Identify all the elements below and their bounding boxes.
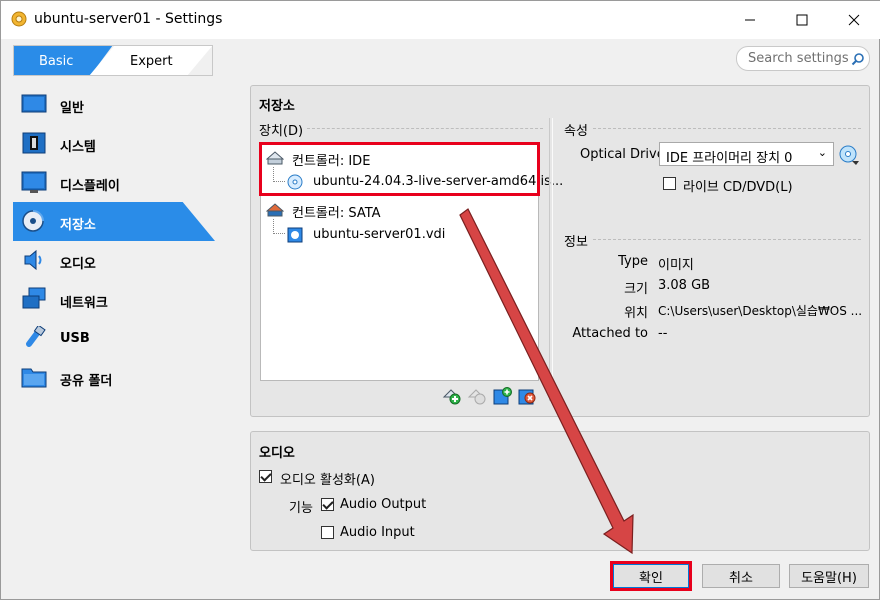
sidebar-item-label: 일반: [60, 101, 84, 116]
tree-item-controller-sata[interactable]: 컨트롤러: SATA: [261, 199, 538, 221]
shared-folder-icon: [21, 368, 47, 388]
window-title: ubuntu-server01 - Settings: [34, 11, 223, 27]
close-button[interactable]: [831, 1, 877, 39]
audio-input-label: Audio Input: [340, 525, 415, 540]
info-size-key: 크기: [624, 282, 648, 297]
sidebar-item-storage[interactable]: 저장소: [13, 202, 215, 241]
sidebar-item-system[interactable]: 시스템: [13, 124, 215, 163]
optical-drive-select[interactable]: IDE 프라이머리 장치 0 ⌄: [659, 142, 834, 166]
general-icon: [21, 94, 47, 113]
audio-output-label: Audio Output: [340, 497, 427, 512]
title-bar: ubuntu-server01 - Settings: [1, 1, 880, 39]
gear-icon: [11, 11, 27, 27]
sidebar-item-label: 오디오: [60, 257, 96, 272]
tree-item-label: ubuntu-server01.vdi: [313, 227, 446, 242]
devices-divider: [307, 128, 543, 129]
maximize-button[interactable]: [779, 1, 825, 39]
sidebar-item-usb[interactable]: USB: [13, 319, 215, 358]
attributes-divider: [593, 128, 861, 129]
add-controller-icon[interactable]: [442, 387, 461, 405]
sidebar-item-label: USB: [60, 331, 90, 346]
remove-attachment-icon[interactable]: [518, 387, 537, 405]
sidebar-item-shared-folders[interactable]: 공유 폴더: [13, 358, 215, 397]
info-location-value: C:\Users\user\Desktop\실습₩OS ...: [658, 304, 863, 318]
display-icon: [21, 171, 47, 193]
add-attachment-icon[interactable]: [493, 387, 512, 405]
sidebar-item-label: 공유 폴더: [60, 374, 113, 389]
optical-drive-value: IDE 프라이머리 장치 0: [666, 151, 793, 166]
minimize-button[interactable]: [727, 1, 773, 39]
help-button[interactable]: 도움말(H): [789, 564, 869, 588]
storage-icon: [22, 210, 44, 232]
network-icon: [22, 287, 46, 309]
audio-output-checkbox[interactable]: [321, 498, 334, 511]
audio-enable-checkbox[interactable]: [259, 470, 272, 483]
optical-drive-label: Optical Drive: [580, 147, 665, 162]
sidebar-item-display[interactable]: 디스플레이: [13, 163, 215, 202]
usb-icon: [26, 326, 46, 347]
choose-disc-icon[interactable]: [838, 144, 860, 166]
storage-title: 저장소: [259, 99, 295, 114]
minimize-icon: [745, 19, 755, 21]
basic-mode-label: Basic: [39, 54, 74, 69]
hard-disk-icon: [287, 227, 303, 243]
info-attached-key: Attached to: [572, 326, 648, 341]
expert-mode-label: Expert: [130, 54, 173, 69]
devices-label: 장치(D): [259, 124, 304, 139]
panel-splitter[interactable]: [549, 118, 553, 401]
sidebar-item-label: 디스플레이: [60, 179, 120, 194]
settings-window: ubuntu-server01 - Settings Basic Expert …: [0, 0, 880, 600]
system-icon: [22, 132, 46, 154]
sidebar-item-general[interactable]: 일반: [13, 85, 215, 124]
sata-controller-icon: [266, 203, 284, 217]
search-box[interactable]: [736, 46, 870, 71]
tree-item-label: 컨트롤러: SATA: [292, 206, 381, 221]
remove-controller-icon[interactable]: [467, 387, 486, 405]
audio-enable-label: 오디오 활성화(A): [280, 473, 375, 488]
ok-highlight-box: [610, 561, 692, 591]
sidebar-item-label: 시스템: [60, 140, 96, 155]
audio-icon: [24, 249, 42, 271]
attributes-label: 속성: [564, 124, 588, 139]
live-cd-label: 라이브 CD/DVD(L): [683, 180, 793, 195]
info-type-key: Type: [618, 254, 648, 269]
audio-title: 오디오: [259, 446, 295, 461]
maximize-icon: [796, 14, 808, 26]
audio-input-checkbox[interactable]: [321, 526, 334, 539]
sidebar-item-audio[interactable]: 오디오: [13, 241, 215, 280]
settings-sidebar: 일반 시스템 디스플레이 저장소 오디오 네트워크 USB 공유 폴더: [1, 83, 215, 403]
info-type-value: 이미지: [658, 258, 694, 273]
sidebar-item-label: 네트워크: [60, 296, 108, 311]
search-input[interactable]: [748, 51, 848, 66]
search-icon: [851, 53, 864, 66]
sidebar-item-label: 저장소: [60, 218, 96, 233]
info-attached-value: --: [658, 326, 668, 341]
info-location-key: 위치: [624, 306, 648, 321]
close-icon: [848, 14, 860, 26]
tree-item-sata-disk[interactable]: ubuntu-server01.vdi: [261, 224, 538, 246]
cancel-button[interactable]: 취소: [702, 564, 780, 588]
chevron-down-icon: ⌄: [817, 146, 827, 159]
live-cd-checkbox[interactable]: [663, 177, 676, 190]
sidebar-item-network[interactable]: 네트워크: [13, 280, 215, 319]
info-divider: [593, 239, 861, 240]
audio-features-label: 기능: [289, 501, 313, 516]
info-size-value: 3.08 GB: [658, 278, 711, 293]
info-label: 정보: [564, 235, 588, 250]
ide-highlight-box: [259, 142, 540, 196]
